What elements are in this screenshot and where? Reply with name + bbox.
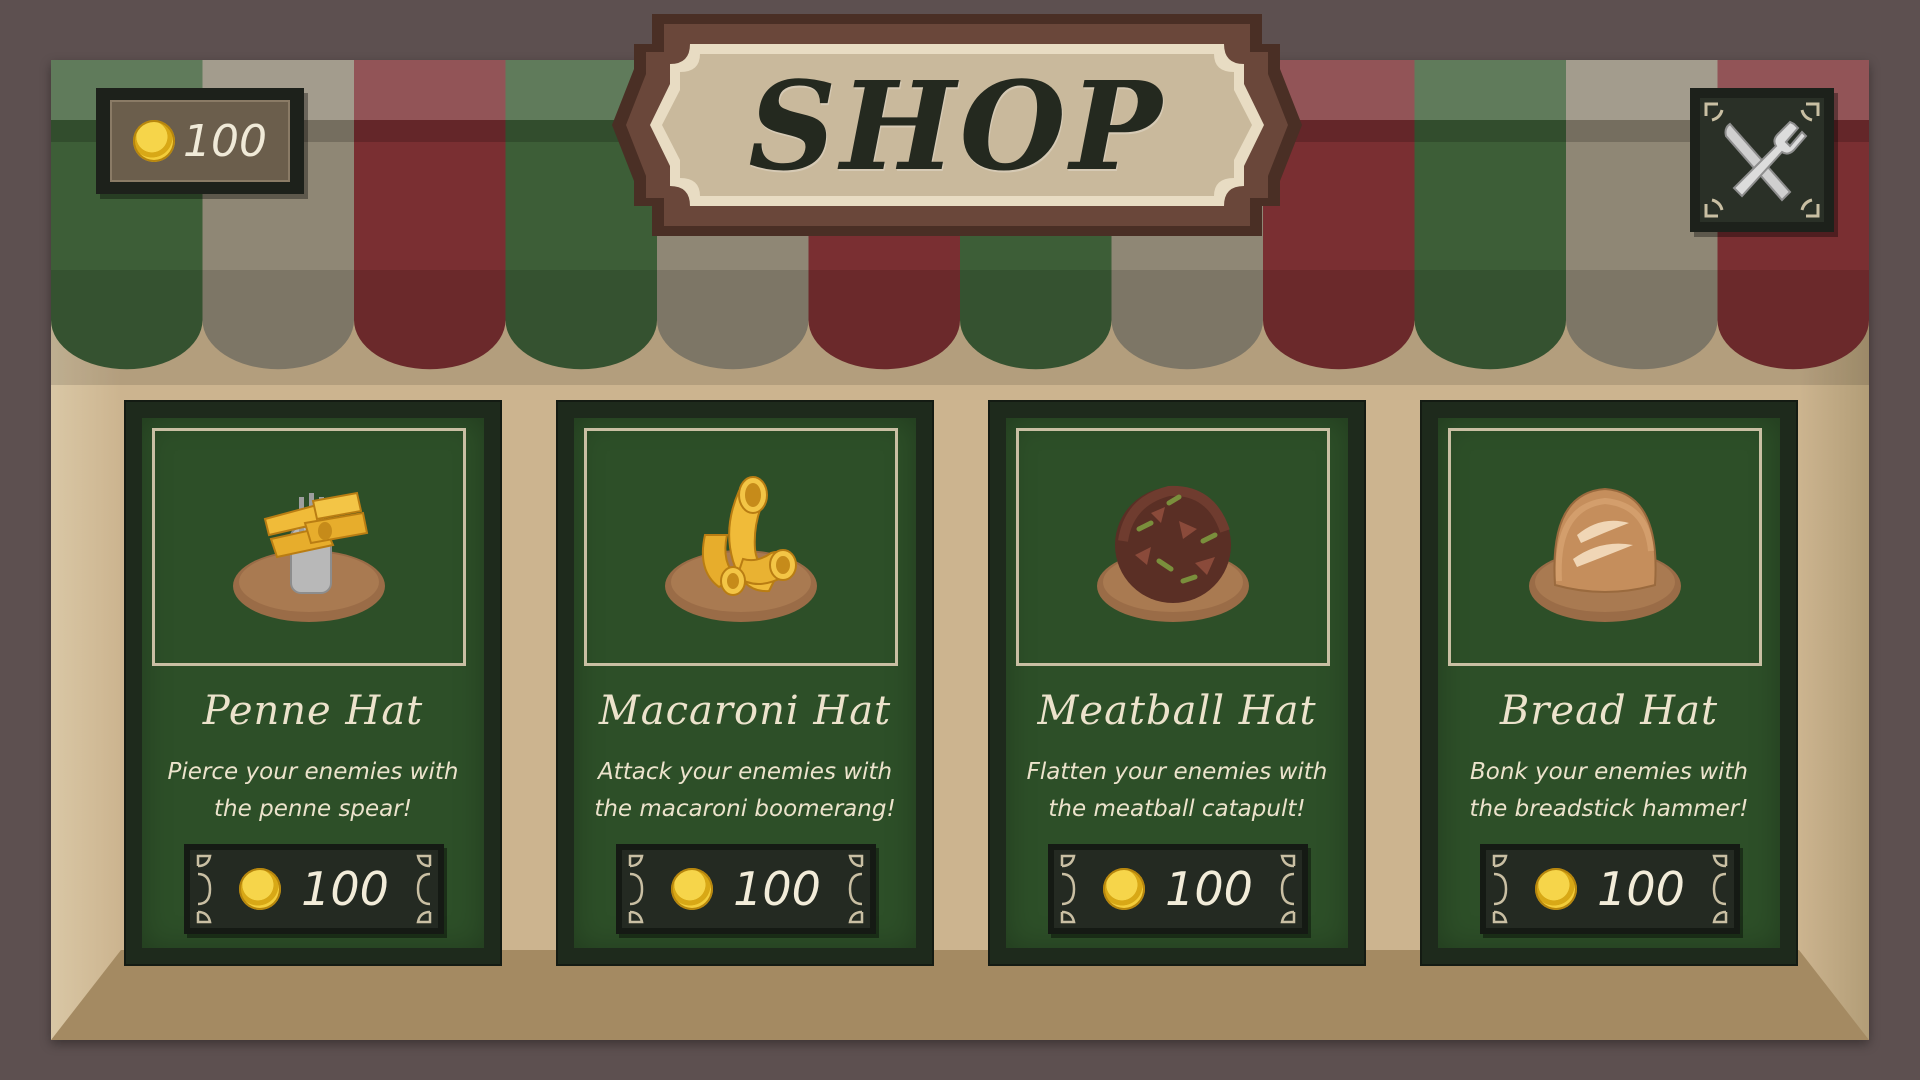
coin-icon bbox=[239, 868, 282, 910]
item-price: 100 bbox=[733, 862, 821, 916]
penne-hat-icon bbox=[233, 491, 385, 622]
buy-button[interactable]: 100 bbox=[184, 844, 444, 934]
item-price: 100 bbox=[301, 862, 389, 916]
bread-hat-icon bbox=[1529, 487, 1681, 622]
coin-icon bbox=[1535, 868, 1578, 910]
shop-item-card[interactable]: Bread Hat Bonk your enemies with the bre… bbox=[1422, 402, 1796, 964]
item-description: Attack your enemies with the macaroni bo… bbox=[594, 759, 896, 822]
buy-button[interactable]: 100 bbox=[1048, 844, 1308, 934]
item-description: Pierce your enemies with the penne spear… bbox=[167, 759, 459, 822]
item-name: Penne Hat bbox=[202, 688, 424, 734]
coin-balance-value: 100 bbox=[183, 115, 267, 167]
shop-item-card[interactable]: Macaroni Hat Attack your enemies with th… bbox=[558, 402, 932, 964]
item-name: Meatball Hat bbox=[1037, 688, 1317, 734]
item-price: 100 bbox=[1165, 862, 1253, 916]
item-description: Bonk your enemies with the breadstick ha… bbox=[1469, 759, 1749, 822]
macaroni-hat-icon bbox=[665, 476, 817, 622]
coin-icon bbox=[133, 120, 175, 162]
buy-button[interactable]: 100 bbox=[1480, 844, 1740, 934]
item-name: Bread Hat bbox=[1499, 688, 1719, 734]
close-shop-button[interactable] bbox=[1690, 88, 1834, 232]
shop-item-card[interactable]: Penne Hat Pierce your enemies with the p… bbox=[126, 402, 500, 964]
item-image-frame bbox=[584, 428, 898, 666]
coin-icon bbox=[1103, 868, 1146, 910]
shop-sign: SHOP bbox=[612, 14, 1302, 236]
item-description: Flatten your enemies with the meatball c… bbox=[1026, 759, 1328, 822]
shop-title: SHOP bbox=[748, 54, 1166, 198]
item-price: 100 bbox=[1597, 862, 1685, 916]
item-image-frame bbox=[1016, 428, 1330, 666]
item-image-frame bbox=[152, 428, 466, 666]
shop-item-card[interactable]: Meatball Hat Flatten your enemies with t… bbox=[990, 402, 1364, 964]
item-name: Macaroni Hat bbox=[598, 688, 892, 734]
buy-button[interactable]: 100 bbox=[616, 844, 876, 934]
coin-icon bbox=[671, 868, 714, 910]
item-image-frame bbox=[1448, 428, 1762, 666]
coin-balance: 100 bbox=[96, 88, 304, 194]
meatball-hat-icon bbox=[1097, 485, 1249, 622]
fork-knife-icon bbox=[1700, 98, 1824, 222]
